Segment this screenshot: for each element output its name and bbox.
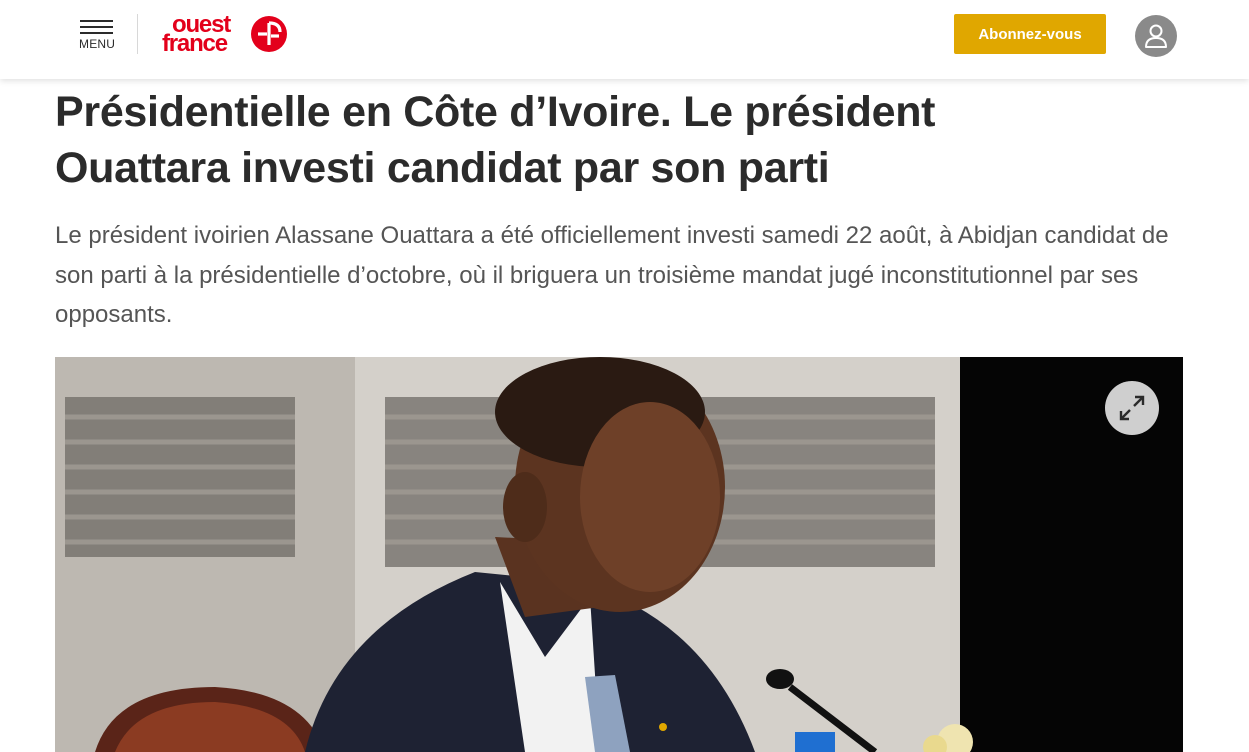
user-icon xyxy=(1145,24,1167,48)
menu-label: MENU xyxy=(79,37,116,51)
expand-photo-button[interactable] xyxy=(1105,381,1159,435)
article-lead: Le président ivoirien Alassane Ouattara … xyxy=(55,222,1169,328)
menu-button[interactable]: MENU xyxy=(78,18,118,52)
logo-word-france: france xyxy=(162,30,228,57)
site-header: MENU ouest france Abonnez-vous xyxy=(0,0,1249,79)
hamburger-icon xyxy=(80,20,113,34)
logo-mark-icon xyxy=(251,16,287,52)
photo-image xyxy=(55,357,1183,752)
article-title: Présidentielle en Côte d’Ivoire. Le prés… xyxy=(55,88,936,192)
subscribe-button[interactable]: Abonnez-vous xyxy=(954,14,1106,54)
article-photo[interactable] xyxy=(55,357,1183,752)
account-button[interactable] xyxy=(1135,15,1177,57)
header-divider xyxy=(137,14,138,54)
expand-icon xyxy=(1119,395,1145,421)
ouest-france-logo[interactable]: ouest france xyxy=(160,12,292,58)
